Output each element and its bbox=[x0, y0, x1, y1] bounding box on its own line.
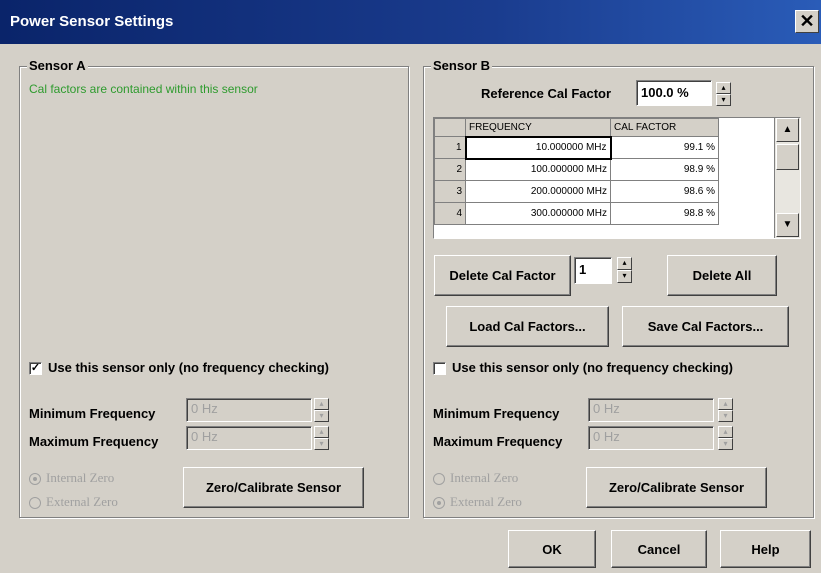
cal-factor-table[interactable]: FREQUENCY CAL FACTOR 1 10.000000 MHz 99.… bbox=[433, 117, 801, 239]
spin-down-icon[interactable]: ▾ bbox=[718, 438, 733, 450]
cal-factor-cell[interactable]: 98.9 % bbox=[610, 158, 719, 181]
save-cal-factors-button[interactable]: Save Cal Factors... bbox=[622, 306, 789, 347]
sensor-b-max-freq-value: 0 Hz bbox=[593, 429, 620, 444]
sensor-a-min-freq-value: 0 Hz bbox=[191, 401, 218, 416]
sensor-b-min-freq-field[interactable]: 0 Hz bbox=[588, 398, 714, 422]
scroll-thumb[interactable] bbox=[776, 144, 799, 170]
sensor-b-max-freq-field[interactable]: 0 Hz bbox=[588, 426, 714, 450]
check-icon: ✓ bbox=[30, 362, 41, 374]
scroll-down-icon[interactable]: ▼ bbox=[776, 213, 799, 237]
delete-index-spinner[interactable]: ▴ ▾ bbox=[617, 257, 632, 283]
sensor-b-min-freq-label: Minimum Frequency bbox=[433, 406, 560, 421]
spin-down-icon[interactable]: ▾ bbox=[314, 438, 329, 450]
table-vertical-scrollbar[interactable]: ▲ ▼ bbox=[774, 118, 800, 238]
cal-factor-cell[interactable]: 99.1 % bbox=[610, 136, 719, 159]
scroll-up-icon[interactable]: ▲ bbox=[776, 118, 799, 142]
ok-button[interactable]: OK bbox=[508, 530, 596, 568]
sensor-a-max-freq-spinner[interactable]: ▴ ▾ bbox=[314, 426, 329, 450]
sensor-a-external-zero-radio[interactable] bbox=[29, 497, 41, 509]
spin-up-icon[interactable]: ▴ bbox=[718, 426, 733, 438]
spin-up-icon[interactable]: ▴ bbox=[716, 82, 731, 94]
table-row[interactable]: 3 200.000000 MHz 98.6 % bbox=[434, 180, 719, 203]
row-number: 2 bbox=[434, 158, 466, 181]
sensor-a-internal-zero-label: Internal Zero bbox=[46, 470, 115, 485]
sensor-b-max-freq-label: Maximum Frequency bbox=[433, 434, 563, 449]
sensor-b-use-only-label: Use this sensor only (no frequency check… bbox=[452, 360, 734, 375]
sensor-a-max-freq-field[interactable]: 0 Hz bbox=[186, 426, 312, 450]
frequency-cell[interactable]: 200.000000 MHz bbox=[465, 180, 611, 203]
table-row[interactable]: 1 10.000000 MHz 99.1 % bbox=[434, 135, 719, 160]
close-icon: ✕ bbox=[799, 11, 815, 31]
spin-down-icon[interactable]: ▾ bbox=[718, 410, 733, 422]
frequency-cell[interactable]: 300.000000 MHz bbox=[465, 202, 611, 225]
sensor-a-internal-zero-radio[interactable] bbox=[29, 473, 41, 485]
cancel-button[interactable]: Cancel bbox=[611, 530, 707, 568]
sensor-a-title: Sensor A bbox=[27, 58, 88, 73]
sensor-a-note: Cal factors are contained within this se… bbox=[29, 82, 258, 96]
sensor-a-use-only-label: Use this sensor only (no frequency check… bbox=[48, 360, 330, 375]
sensor-b-min-freq-value: 0 Hz bbox=[593, 401, 620, 416]
sensor-b-title: Sensor B bbox=[431, 58, 493, 73]
reference-cal-factor-field[interactable]: 100.0 % bbox=[636, 80, 712, 106]
row-number: 4 bbox=[434, 202, 466, 225]
power-sensor-settings-dialog: Power Sensor Settings ✕ Sensor A Cal fac… bbox=[0, 0, 821, 573]
sensor-b-external-zero-radio[interactable] bbox=[433, 497, 445, 509]
row-number: 1 bbox=[434, 136, 466, 159]
spin-up-icon[interactable]: ▴ bbox=[617, 257, 632, 270]
title-bar[interactable]: Power Sensor Settings ✕ bbox=[0, 0, 821, 44]
row-number: 3 bbox=[434, 180, 466, 203]
reference-cal-factor-label: Reference Cal Factor bbox=[481, 86, 612, 101]
close-button[interactable]: ✕ bbox=[795, 10, 819, 33]
cal-factor-grid: FREQUENCY CAL FACTOR 1 10.000000 MHz 99.… bbox=[434, 118, 719, 225]
delete-index-value: 1 bbox=[579, 262, 587, 277]
spin-up-icon[interactable]: ▴ bbox=[314, 398, 329, 410]
sensor-a-min-freq-field[interactable]: 0 Hz bbox=[186, 398, 312, 422]
delete-cal-factor-button[interactable]: Delete Cal Factor bbox=[434, 255, 571, 296]
load-cal-factors-button[interactable]: Load Cal Factors... bbox=[446, 306, 609, 347]
sensor-a-max-freq-label: Maximum Frequency bbox=[29, 434, 159, 449]
spin-down-icon[interactable]: ▾ bbox=[617, 270, 632, 283]
frequency-cell[interactable]: 100.000000 MHz bbox=[465, 158, 611, 181]
frequency-cell[interactable]: 10.000000 MHz bbox=[464, 135, 612, 160]
cal-factor-cell[interactable]: 98.8 % bbox=[610, 202, 719, 225]
sensor-b-min-freq-spinner[interactable]: ▴ ▾ bbox=[718, 398, 733, 422]
table-row[interactable]: 4 300.000000 MHz 98.8 % bbox=[434, 202, 719, 225]
delete-all-button[interactable]: Delete All bbox=[667, 255, 777, 296]
delete-index-field[interactable]: 1 bbox=[574, 257, 612, 284]
sensor-b-internal-zero-label: Internal Zero bbox=[450, 470, 519, 485]
frequency-column-header[interactable]: FREQUENCY bbox=[465, 118, 611, 137]
spin-down-icon[interactable]: ▾ bbox=[716, 94, 731, 106]
spin-up-icon[interactable]: ▴ bbox=[314, 426, 329, 438]
sensor-a-min-freq-spinner[interactable]: ▴ ▾ bbox=[314, 398, 329, 422]
cal-factor-column-header[interactable]: CAL FACTOR bbox=[610, 118, 719, 137]
sensor-b-internal-zero-radio[interactable] bbox=[433, 473, 445, 485]
sensor-a-max-freq-value: 0 Hz bbox=[191, 429, 218, 444]
window-title: Power Sensor Settings bbox=[10, 13, 174, 30]
table-row[interactable]: 2 100.000000 MHz 98.9 % bbox=[434, 158, 719, 181]
sensor-b-zero-calibrate-button[interactable]: Zero/Calibrate Sensor bbox=[586, 467, 767, 508]
help-button[interactable]: Help bbox=[720, 530, 811, 568]
sensor-a-external-zero-label: External Zero bbox=[46, 494, 118, 509]
cal-factor-cell[interactable]: 98.6 % bbox=[610, 180, 719, 203]
spin-down-icon[interactable]: ▾ bbox=[314, 410, 329, 422]
spin-up-icon[interactable]: ▴ bbox=[718, 398, 733, 410]
reference-cal-factor-spinner[interactable]: ▴ ▾ bbox=[716, 82, 731, 106]
sensor-a-group: Sensor A bbox=[19, 58, 409, 518]
table-header-row: FREQUENCY CAL FACTOR bbox=[434, 118, 719, 137]
sensor-b-external-zero-label: External Zero bbox=[450, 494, 522, 509]
sensor-b-use-only-checkbox[interactable] bbox=[433, 362, 446, 375]
sensor-a-min-freq-label: Minimum Frequency bbox=[29, 406, 156, 421]
table-corner-cell bbox=[434, 118, 466, 137]
reference-cal-factor-value: 100.0 % bbox=[641, 85, 689, 100]
sensor-a-use-only-checkbox[interactable]: ✓ bbox=[29, 362, 42, 375]
sensor-b-max-freq-spinner[interactable]: ▴ ▾ bbox=[718, 426, 733, 450]
sensor-a-zero-calibrate-button[interactable]: Zero/Calibrate Sensor bbox=[183, 467, 364, 508]
